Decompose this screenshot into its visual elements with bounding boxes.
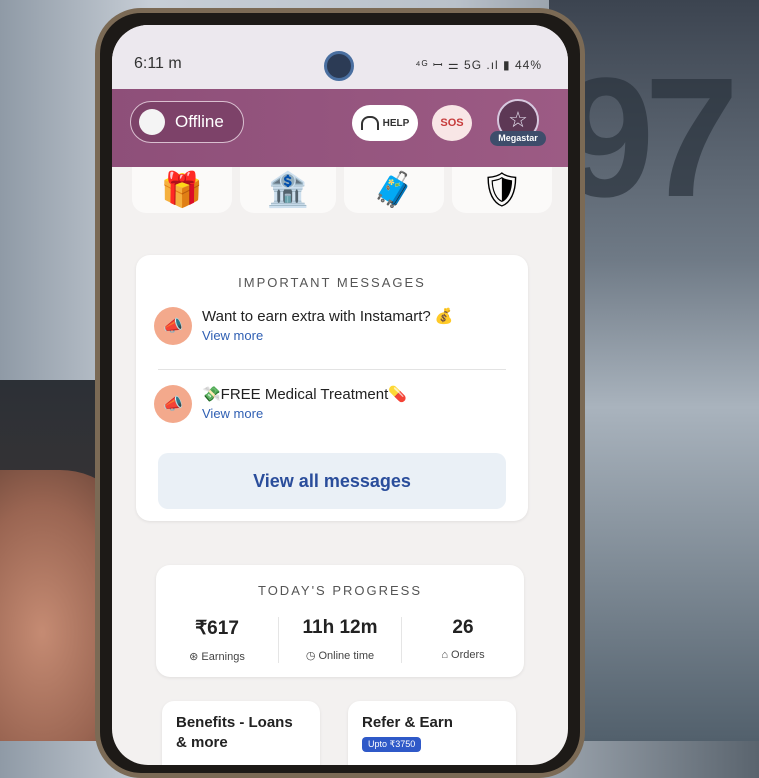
- orders-label: Orders: [451, 649, 485, 661]
- bag-icon: ⌂: [441, 649, 452, 661]
- orders-value: 26: [452, 617, 474, 638]
- status-icons: ⁴ᴳ ꟷ ⚌ 5G .ıl ▮ 44%: [415, 58, 542, 72]
- orders-stat[interactable]: 26 ⌂ Orders: [402, 617, 524, 663]
- refer-earn-card[interactable]: Refer & Earn Upto ₹3750: [348, 701, 516, 765]
- earnings-stat[interactable]: ₹617 ⊛ Earnings: [156, 617, 279, 663]
- view-more-link[interactable]: View more: [202, 406, 407, 421]
- bank-icon: 🏦: [266, 171, 310, 209]
- shield-icon: 🛡: [480, 171, 524, 209]
- background-shirt-print: 97: [559, 43, 739, 233]
- help-button[interactable]: HELP: [352, 105, 418, 141]
- headset-icon: [360, 116, 379, 130]
- todays-progress-card: TODAY'S PROGRESS ₹617 ⊛ Earnings 11h 12m…: [156, 565, 524, 677]
- clock-icon: ◷: [305, 650, 319, 662]
- refer-pill: Upto ₹3750: [362, 737, 422, 752]
- message-title: 💸FREE Medical Treatment💊: [202, 386, 407, 403]
- bag-icon: 🧳: [372, 171, 416, 209]
- progress-stats: ₹617 ⊛ Earnings 11h 12m ◷ Online time 26…: [156, 617, 524, 663]
- progress-title: TODAY'S PROGRESS: [257, 583, 423, 598]
- divider: [158, 369, 506, 370]
- insurance-tile[interactable]: 🛡: [452, 167, 552, 213]
- sos-button[interactable]: SOS: [432, 105, 472, 141]
- status-time: 6:11 m: [134, 55, 182, 72]
- help-label: HELP: [382, 117, 410, 129]
- toggle-label: Offline: [175, 112, 224, 131]
- quick-actions-row: 🎁 🏦 🧳 🛡: [112, 167, 568, 231]
- view-all-messages-button[interactable]: View all messages: [158, 453, 506, 509]
- earnings-label: Earnings: [201, 651, 245, 663]
- bag-tile[interactable]: 🧳: [344, 167, 444, 213]
- app-header: Offline HELP SOS ☆ Megastar: [112, 89, 568, 167]
- important-messages-card: IMPORTANT MESSAGES 📣 Want to earn extra …: [136, 255, 528, 521]
- status-bar: 6:11 m ⁴ᴳ ꟷ ⚌ 5G .ıl ▮ 44%: [112, 25, 568, 89]
- message-item[interactable]: 📣 💸FREE Medical Treatment💊 View more: [154, 385, 407, 423]
- toggle-knob: [139, 109, 165, 135]
- earnings-value: ₹617: [195, 618, 239, 639]
- online-time-label: Online time: [318, 650, 375, 662]
- phone: 6:11 m ⁴ᴳ ꟷ ⚌ 5G .ıl ▮ 44% Offline HELP …: [95, 8, 585, 778]
- phone-screen: 6:11 m ⁴ᴳ ꟷ ⚌ 5G .ıl ▮ 44% Offline HELP …: [112, 25, 568, 765]
- online-toggle[interactable]: Offline: [130, 101, 244, 143]
- gift-tile[interactable]: 🎁: [132, 167, 232, 213]
- bank-tile[interactable]: 🏦: [240, 167, 336, 213]
- megaphone-icon: 📣: [154, 307, 192, 345]
- message-item[interactable]: 📣 Want to earn extra with Instamart? 💰 V…: [154, 307, 454, 345]
- megastar-badge[interactable]: ☆ Megastar: [490, 99, 546, 161]
- megaphone-icon: 📣: [154, 385, 192, 423]
- online-time-value: 11h 12m: [302, 617, 378, 638]
- message-title: Want to earn extra with Instamart? 💰: [202, 308, 454, 325]
- gift-icon: 🎁: [160, 171, 204, 209]
- camera-cutout: [324, 51, 354, 81]
- badge-label: Megastar: [490, 131, 546, 146]
- important-messages-title: IMPORTANT MESSAGES: [238, 275, 426, 290]
- rupee-icon: ⊛: [189, 651, 202, 663]
- view-more-link[interactable]: View more: [202, 328, 454, 343]
- benefits-card[interactable]: Benefits - Loans & more: [162, 701, 320, 765]
- refer-title: Refer & Earn: [362, 714, 453, 731]
- online-time-stat[interactable]: 11h 12m ◷ Online time: [279, 617, 402, 663]
- benefits-title: Benefits - Loans & more: [176, 714, 293, 751]
